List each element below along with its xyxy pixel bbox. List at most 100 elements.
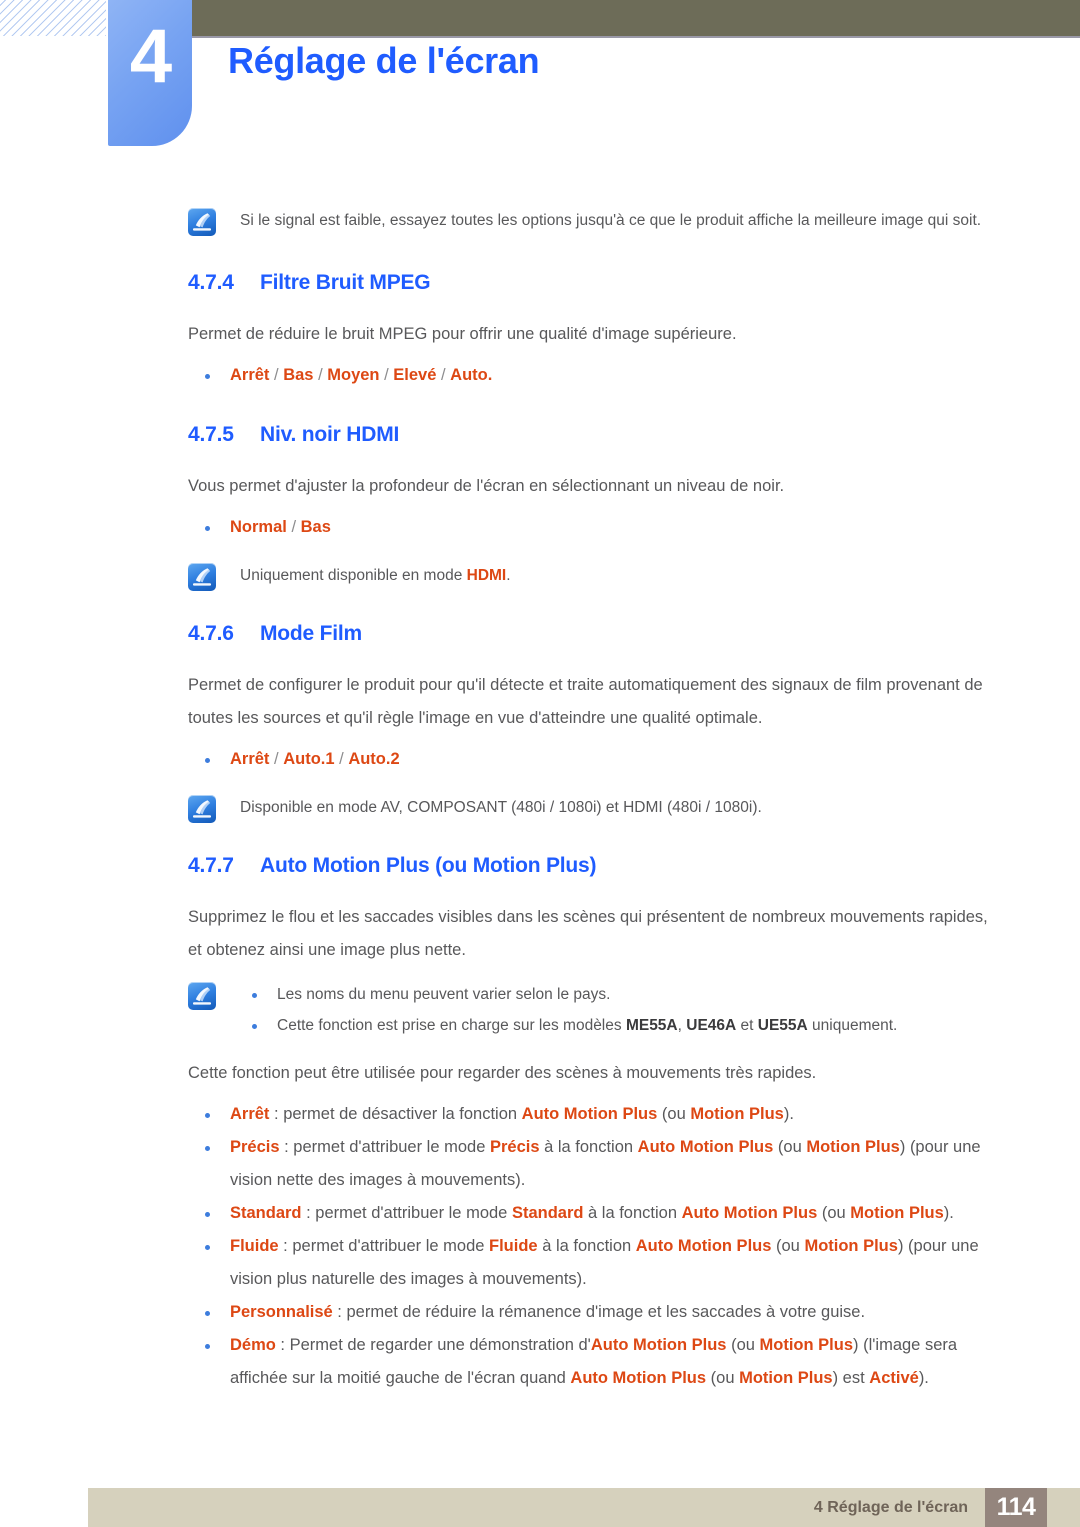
term-standard: Standard [230,1204,302,1222]
note-sep-1: , [677,1017,687,1034]
term-motion-plus: Motion Plus [759,1336,854,1354]
term-arret: Arrêt [230,1105,270,1123]
note-film-mode: Disponible en mode AV, COMPOSANT (480i /… [188,792,1000,823]
section-heading-477: 4.7.7 Auto Motion Plus (ou Motion Plus) [188,851,1000,881]
section-number-475: 4.7.5 [188,423,234,446]
section-number-476: 4.7.6 [188,622,234,645]
term-auto-motion-plus: Auto Motion Plus [590,1336,727,1354]
txt: : permet de désactiver la fonction [269,1105,522,1123]
page-header: 4 Réglage de l'écran [0,0,1080,160]
txt: : permet d'attribuer le mode [301,1204,512,1222]
options-list-476: Arrêt / Auto.1 / Auto.2 [188,743,1000,776]
txt: (ou [706,1369,740,1387]
txt: à la fonction [537,1237,636,1255]
term-fluide: Fluide [230,1237,279,1255]
term-auto-motion-plus: Auto Motion Plus [635,1237,772,1255]
txt: : permet d'attribuer le mode [279,1138,490,1156]
note-list: Les noms du menu peuvent varier selon le… [240,979,1000,1041]
txt: : Permet de regarder une démonstration d… [275,1336,591,1354]
chapter-number: 4 [129,14,172,99]
separator: / [334,750,349,768]
footer-chapter-label: 4 Réglage de l'écran [813,1499,968,1516]
note-models-post: uniquement. [807,1017,898,1034]
model-ue55a: UE55A [757,1017,808,1034]
term-personnalise: Personnalisé [230,1303,333,1321]
term-motion-plus-2: Motion Plus [739,1369,833,1387]
header-olive-underline [192,36,1080,38]
txt: ). [918,1369,929,1387]
term-motion-plus: Motion Plus [850,1204,944,1222]
section-heading-476: 4.7.6 Mode Film [188,619,1000,649]
txt: (ou [771,1237,805,1255]
note-icon [188,208,216,236]
list-item: Arrêt : permet de désactiver la fonction… [188,1098,1000,1131]
section-heading-475: 4.7.5 Niv. noir HDMI [188,420,1000,450]
options-list-474: Arrêt / Bas / Moyen / Elevé / Auto. [188,359,1000,392]
hatch-decoration [0,0,106,36]
term-active: Activé [869,1369,919,1387]
note-hdmi-only: Uniquement disponible en mode HDMI. [188,560,1000,591]
option-arret: Arrêt [230,750,270,768]
section-title-474: Filtre Bruit MPEG [260,271,431,294]
term-auto-motion-plus: Auto Motion Plus [681,1204,818,1222]
chapter-tab: 4 [108,0,192,146]
term-standard-mode: Standard [511,1204,584,1222]
term-auto-motion-plus-2: Auto Motion Plus [570,1369,707,1387]
term-auto-motion-plus: Auto Motion Plus [521,1105,658,1123]
note-icon [188,563,216,591]
amp-options-list: Arrêt : permet de désactiver la fonction… [188,1098,1000,1395]
list-item: Standard : permet d'attribuer le mode St… [188,1197,1000,1230]
section-number-474: 4.7.4 [188,271,234,294]
note-hdmi-only-text: Uniquement disponible en mode HDMI. [240,560,1000,591]
section-title-475: Niv. noir HDMI [260,423,400,446]
note-signal-text: Si le signal est faible, essayez toutes … [240,212,982,229]
separator: / [313,366,328,384]
header-olive-bar [192,0,1080,36]
note-icon [188,982,216,1010]
section-body-475: Vous permet d'ajuster la profondeur de l… [188,477,785,495]
list-item: Cette fonction est prise en charge sur l… [240,1010,1000,1041]
section-body-476: Permet de configurer le produit pour qu'… [188,676,983,727]
page-content: Si le signal est faible, essayez toutes … [0,205,1080,1395]
option-moyen: Moyen [327,366,380,384]
term-precis-mode: Précis [489,1138,540,1156]
txt: à la fonction [583,1204,682,1222]
note-signal: Si le signal est faible, essayez toutes … [188,205,1000,236]
term-precis: Précis [230,1138,280,1156]
options-list-475: Normal / Bas [188,511,1000,544]
model-me55a: ME55A [625,1017,678,1034]
option-arret: Arrêt [230,366,270,384]
option-auto2: Auto.2 [348,750,400,768]
term-motion-plus: Motion Plus [806,1138,900,1156]
section-body-477: Supprimez le flou et les saccades visibl… [188,908,988,959]
option-bas: Bas [283,366,314,384]
note-sep-2: et [736,1017,758,1034]
txt: ). [783,1105,794,1123]
section-title-476: Mode Film [260,622,363,645]
note-suffix: . [506,567,511,584]
option-bas: Bas [300,518,331,536]
txt: à la fonction [539,1138,638,1156]
list-item: Fluide : permet d'attribuer le mode Flui… [188,1230,1000,1296]
list-item: Personnalisé : permet de réduire la réma… [188,1296,1000,1329]
term-auto-motion-plus: Auto Motion Plus [637,1138,774,1156]
note-icon [188,795,216,823]
section-heading-474: 4.7.4 Filtre Bruit MPEG [188,268,1000,298]
separator: / [269,366,284,384]
txt: (ou [773,1138,807,1156]
page-title: Réglage de l'écran [228,40,540,81]
list-item: Arrêt / Auto.1 / Auto.2 [188,743,1000,776]
section-body-474: Permet de réduire le bruit MPEG pour off… [188,325,737,343]
term-motion-plus: Motion Plus [804,1237,898,1255]
txt: (ou [657,1105,691,1123]
txt: (ou [726,1336,760,1354]
list-item: Arrêt / Bas / Moyen / Elevé / Auto. [188,359,1000,392]
separator: / [436,366,451,384]
term-fluide-mode: Fluide [489,1237,538,1255]
term-hdmi: HDMI [466,567,507,584]
txt: (ou [817,1204,851,1222]
option-eleve: Elevé [393,366,437,384]
page-number-box: 114 [985,1488,1047,1527]
page-number: 114 [996,1493,1036,1521]
list-item: Normal / Bas [188,511,1000,544]
